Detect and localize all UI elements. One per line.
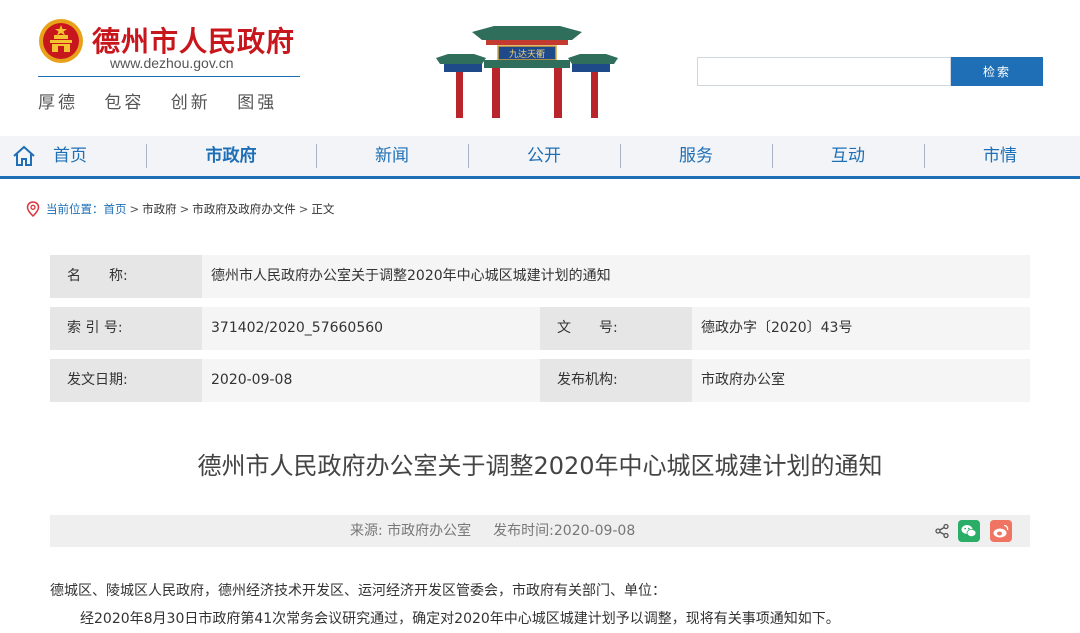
article-source: 来源: 市政府办公室 xyxy=(350,523,472,539)
index-value: 371402/2020_57660560 xyxy=(211,320,384,336)
location-pin-icon xyxy=(26,201,40,217)
search-box: 检索 xyxy=(697,57,1043,86)
share-icon[interactable] xyxy=(934,523,950,539)
info-row-name: 名 称: 德州市人民政府办公室关于调整2020年中心城区城建计划的通知 xyxy=(50,255,1030,298)
nav-divider xyxy=(316,144,317,168)
article-meta: 来源: 市政府办公室 发布时间:2020-09-08 xyxy=(350,515,657,547)
breadcrumb-home[interactable]: 首页 xyxy=(104,201,127,217)
site-title[interactable]: 德州市人民政府 xyxy=(92,20,295,60)
search-input[interactable] xyxy=(697,57,951,86)
nav-item-services[interactable]: 服务 xyxy=(656,136,736,176)
nav-item-government[interactable]: 市政府 xyxy=(186,136,276,176)
wechat-icon[interactable] xyxy=(958,520,980,542)
site-header: 德州市人民政府 www.dezhou.gov.cn 厚德 包容 创新 图强 九达… xyxy=(0,0,1080,136)
breadcrumb-separator: > xyxy=(129,202,140,216)
gate-plaque-text: 九达天衢 xyxy=(509,48,545,60)
title-divider xyxy=(38,76,300,77)
name-value: 德州市人民政府办公室关于调整2020年中心城区城建计划的通知 xyxy=(211,268,611,284)
article-paragraph: 德城区、陵城区人民政府，德州经济技术开发区、运河经济开发区管委会，市政府有关部门… xyxy=(50,583,666,599)
info-row-date: 发文日期: 2020-09-08 发布机构: 市政府办公室 xyxy=(50,359,1030,402)
date-label: 发文日期: xyxy=(50,359,202,402)
article-title: 德州市人民政府办公室关于调整2020年中心城区城建计划的通知 xyxy=(197,452,883,480)
nav-item-interaction[interactable]: 互动 xyxy=(808,136,888,176)
docno-value: 德政办字〔2020〕43号 xyxy=(701,320,853,336)
main-nav: 首页 市政府 新闻 公开 服务 互动 市情 xyxy=(0,136,1080,179)
article-publish-time: 发布时间:2020-09-08 xyxy=(493,523,636,539)
nav-divider xyxy=(772,144,773,168)
nav-item-city-info[interactable]: 市情 xyxy=(960,136,1040,176)
article-meta-bar: 来源: 市政府办公室 发布时间:2020-09-08 xyxy=(50,515,1030,547)
search-button[interactable]: 检索 xyxy=(951,57,1043,86)
nav-divider xyxy=(924,144,925,168)
weibo-icon[interactable] xyxy=(990,520,1012,542)
nav-item-public[interactable]: 公开 xyxy=(504,136,584,176)
breadcrumb-documents[interactable]: 市政府及政府办文件 xyxy=(192,201,296,217)
breadcrumb-separator: > xyxy=(179,202,190,216)
nav-item-news[interactable]: 新闻 xyxy=(352,136,432,176)
org-label: 发布机构: xyxy=(540,359,692,402)
docno-label: 文 号: xyxy=(540,307,692,350)
site-url[interactable]: www.dezhou.gov.cn xyxy=(110,55,233,71)
national-emblem-icon[interactable] xyxy=(38,18,84,64)
site-motto: 厚德 包容 创新 图强 xyxy=(38,93,278,113)
nav-item-home[interactable]: 首页 xyxy=(40,136,100,176)
article-paragraph: 经2020年8月30日市政府第41次常务会议研究通过，确定对2020年中心城区城… xyxy=(80,611,840,627)
archway-gate-image: 九达天衢 xyxy=(436,26,618,118)
date-value: 2020-09-08 xyxy=(211,372,293,388)
nav-divider xyxy=(468,144,469,168)
org-value: 市政府办公室 xyxy=(701,372,785,388)
breadcrumb-current: 正文 xyxy=(311,202,335,216)
breadcrumb-label: 当前位置： xyxy=(46,202,104,216)
index-label: 索 引 号: xyxy=(50,307,202,350)
nav-divider xyxy=(146,144,147,168)
name-label: 名 称: xyxy=(50,255,202,298)
nav-divider xyxy=(620,144,621,168)
info-row-index: 索 引 号: 371402/2020_57660560 文 号: 德政办字〔20… xyxy=(50,307,1030,350)
breadcrumb-separator: > xyxy=(298,202,309,216)
breadcrumb-government[interactable]: 市政府 xyxy=(142,201,177,217)
home-icon[interactable] xyxy=(12,145,36,167)
breadcrumb: 当前位置： 首页 > 市政府 > 市政府及政府办文件 > 正文 xyxy=(26,200,334,218)
